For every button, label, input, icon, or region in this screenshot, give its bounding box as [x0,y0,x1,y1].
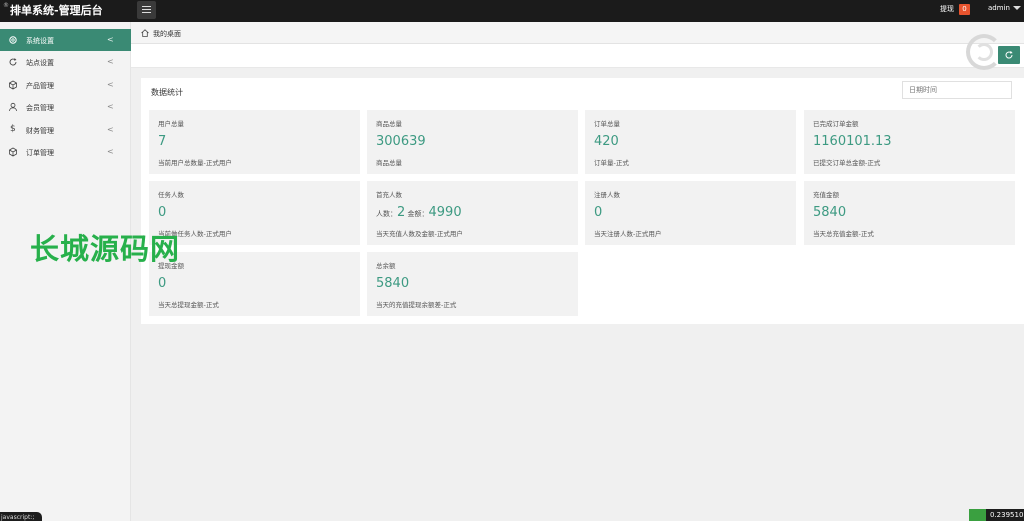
chevron-down-icon[interactable] [1013,6,1021,10]
tool-strip [131,44,1024,68]
card-description: 当天总提现金额-正式 [158,301,219,309]
home-icon [141,29,149,37]
loading-spinner-inner-icon [975,43,993,61]
card-title: 用户总量 [158,120,184,128]
card-description: 当天注册人数-正式用户 [594,230,662,238]
chevron-left-icon: < [107,125,114,134]
corner-logo-icon [969,509,986,521]
card-title: 注册人数 [594,191,620,199]
gear-icon [9,36,17,44]
card-description: 订单量-正式 [594,159,629,167]
card-title: 已完成订单金额 [813,120,859,128]
sidebar-item-label: 会员管理 [26,104,54,112]
card-value: 7 [158,134,167,149]
app-title[interactable]: ®排单系统-管理后台 [3,2,103,18]
stat-card-orders: 订单总量 420 订单量-正式 [585,110,796,174]
sidebar-item-label: 产品管理 [26,82,54,90]
dollar-icon: $ [10,124,16,134]
card-value: 0 [594,205,603,220]
user-icon [9,102,17,112]
card-description: 已提交订单总金额-正式 [813,159,881,167]
app-title-text: 排单系统-管理后台 [10,4,103,17]
stat-card-products: 商品总量 300639 商品总量 [367,110,578,174]
card-value: 0 [158,276,167,291]
card-description: 当天总充值金额-正式 [813,230,874,238]
stat-card-completed-amount: 已完成订单金额 1160101.13 已提交订单总金额-正式 [804,110,1015,174]
card-value: 420 [594,134,619,149]
refresh-icon [9,58,17,66]
chevron-left-icon: < [107,147,114,156]
cube-icon [9,147,17,157]
sidebar-item-system-settings[interactable]: 系统设置 < [0,29,131,51]
card-description: 商品总量 [376,159,402,167]
card-title: 总余额 [376,262,396,270]
card-value: 5840 [813,205,847,220]
chevron-left-icon: < [107,57,114,66]
card-title: 充值金额 [813,191,839,199]
sidebar-item-products[interactable]: 产品管理 < [0,74,131,96]
date-filter-input[interactable] [902,81,1012,99]
stat-card-withdraw-amount: 提现金额 0 当天总提现金额-正式 [149,252,360,316]
people-label: 人数： [376,210,397,218]
stat-card-registrations: 注册人数 0 当天注册人数-正式用户 [585,181,796,245]
chevron-left-icon: < [107,102,114,111]
stat-card-recharge-amount: 充值金额 5840 当天总充值金额-正式 [804,181,1015,245]
sidebar-item-label: 财务管理 [26,127,54,135]
sidebar: 系统设置 < 站点设置 < 产品管理 < 会员管理 < $ 财务管理 < 订单管… [0,22,131,521]
stat-card-users: 用户总量 7 当前用户总数量-正式用户 [149,110,360,174]
card-value: 人数：2 金额：4990 [376,205,462,220]
corner-number: 0.239510 [990,511,1024,519]
menu-toggle-button[interactable] [137,1,156,19]
card-description: 当前用户总数量-正式用户 [158,159,232,167]
card-title: 订单总量 [594,120,620,128]
stats-panel: 数据统计 用户总量 7 当前用户总数量-正式用户 商品总量 300639 商品总… [141,78,1024,324]
cube-icon [9,80,17,90]
registered-mark: ® [3,2,9,9]
withdraw-count-badge: 0 [959,4,970,15]
watermark: 长城源码网 [30,232,181,266]
sidebar-item-site-settings[interactable]: 站点设置 < [0,51,131,73]
card-value: 300639 [376,134,426,149]
chevron-left-icon: < [107,80,114,89]
sidebar-item-members[interactable]: 会员管理 < [0,96,131,118]
refresh-button[interactable] [998,46,1020,64]
card-description: 当天充值人数及金额-正式用户 [376,230,463,238]
breadcrumb: 我的桌面 [131,22,1024,44]
amount-value: 4990 [428,205,462,220]
panel-title: 数据统计 [151,88,183,97]
sidebar-item-orders[interactable]: 订单管理 < [0,141,131,163]
card-title: 商品总量 [376,120,402,128]
amount-label: 金额： [405,210,429,218]
status-url-tooltip: javascript:; [0,512,42,521]
withdraw-link[interactable]: 提现 [940,4,954,14]
stat-card-task-people: 任务人数 0 当前做任务人数-正式用户 [149,181,360,245]
card-value: 5840 [376,276,410,291]
sidebar-item-label: 系统设置 [26,37,54,45]
stat-card-total-balance: 总余额 5840 当天的充值提现余额差-正式 [367,252,578,316]
card-title: 首充人数 [376,191,402,199]
top-bar: ®排单系统-管理后台 提现 0 admin [0,0,1024,22]
card-value: 1160101.13 [813,134,892,149]
card-title: 任务人数 [158,191,184,199]
stat-card-first-recharge: 首充人数 人数：2 金额：4990 当天充值人数及金额-正式用户 [367,181,578,245]
sidebar-item-finance[interactable]: $ 财务管理 < [0,119,131,141]
sidebar-item-label: 订单管理 [26,149,54,157]
corner-widget: 0.239510 [969,509,1024,521]
refresh-icon [1005,51,1013,59]
card-value: 0 [158,205,167,220]
chevron-left-icon: < [107,35,114,44]
sidebar-item-label: 站点设置 [26,59,54,67]
breadcrumb-tab-desktop[interactable]: 我的桌面 [153,29,181,39]
user-menu[interactable]: admin [988,4,1010,12]
card-description: 当天的充值提现余额差-正式 [376,301,457,309]
